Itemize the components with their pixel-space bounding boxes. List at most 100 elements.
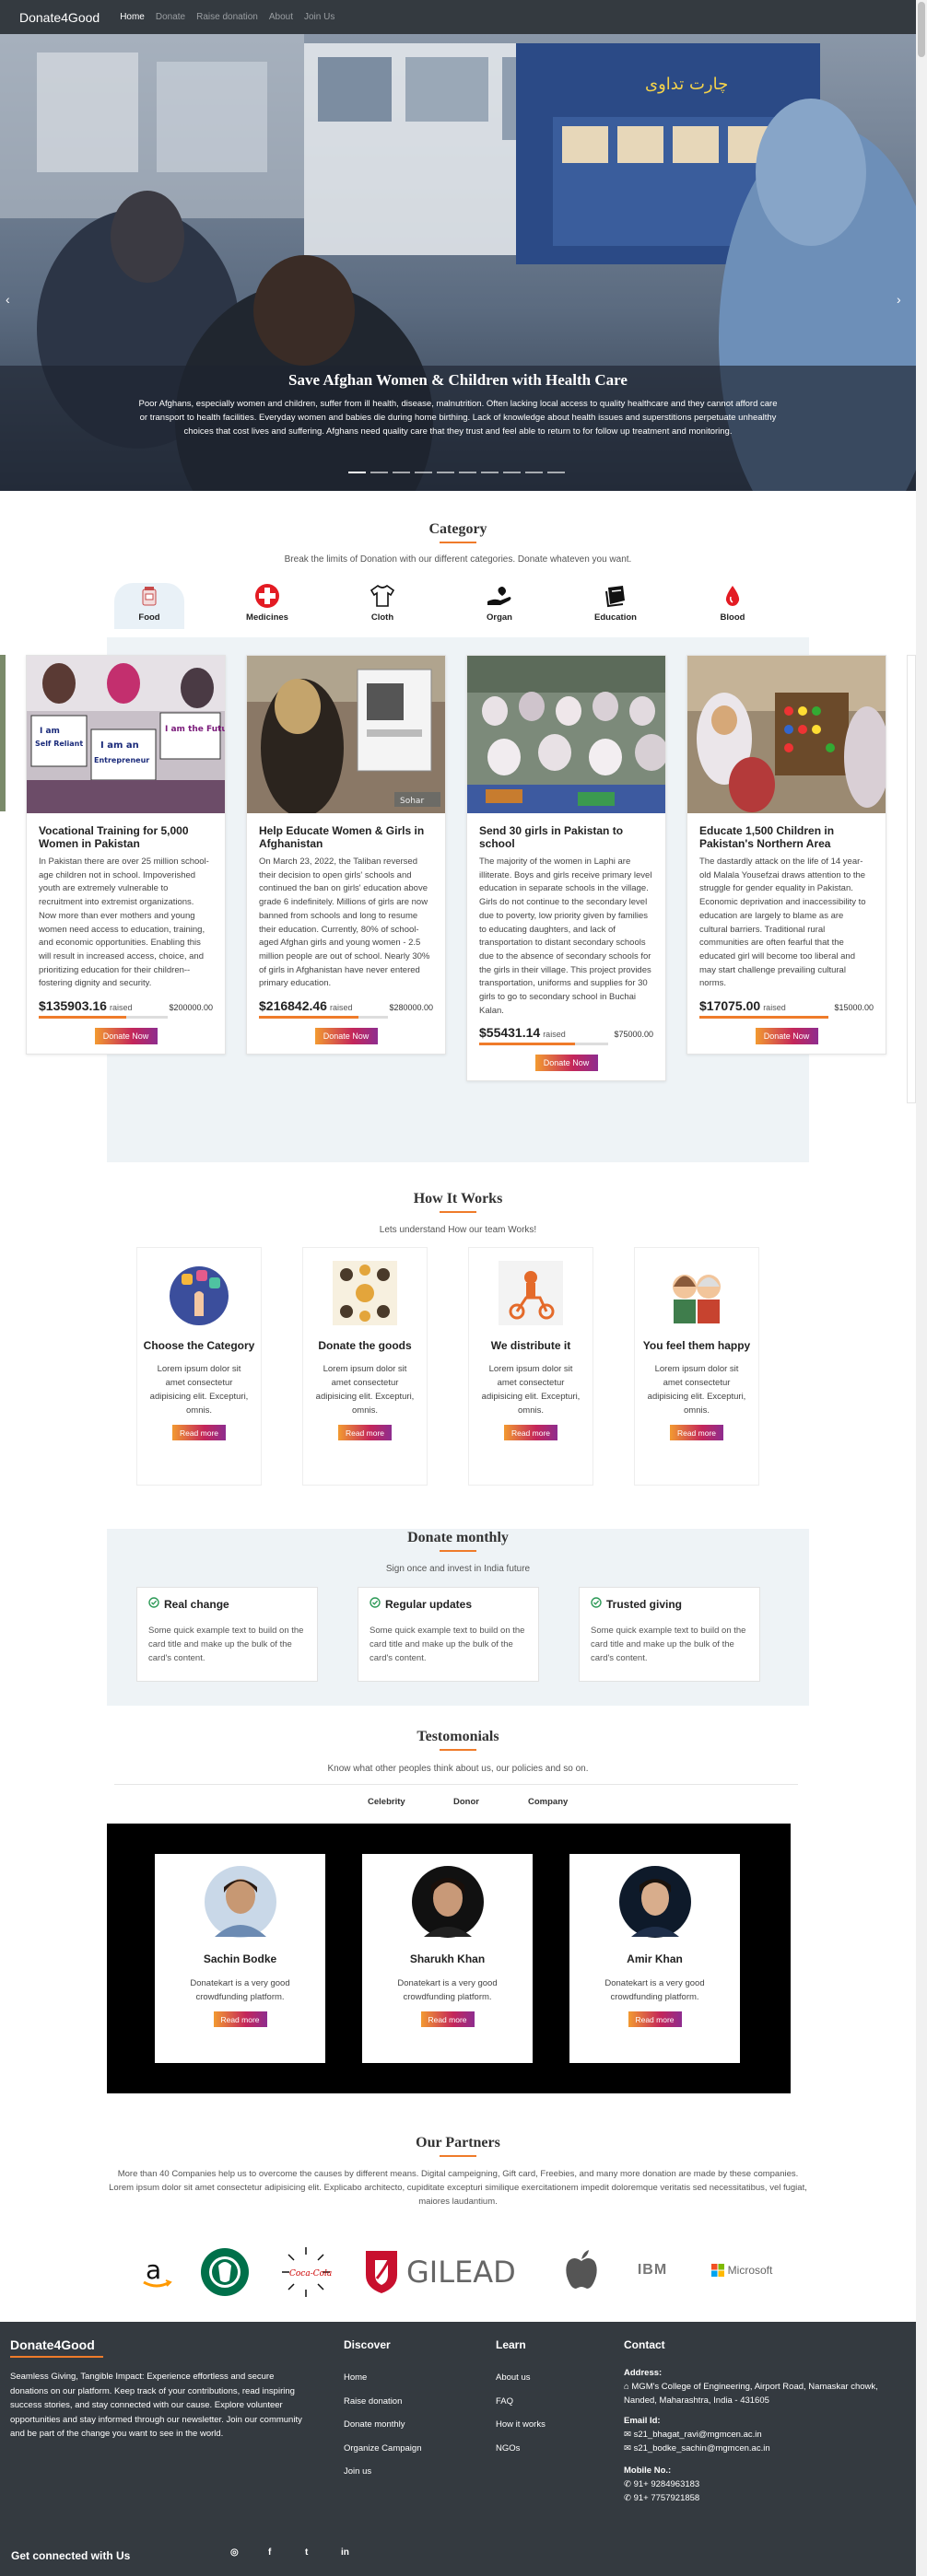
linkedin-icon[interactable]: in [341,2547,349,2558]
footer-description: Seamless Giving, Tangible Impact: Experi… [10,2372,302,2439]
amazon-logo[interactable]: a [138,2252,175,2293]
phone-link[interactable]: 91+ 7757921858 [634,2493,700,2503]
phone-link[interactable]: 91+ 9284963183 [634,2479,700,2489]
how-step-card: We distribute it Lorem ipsum dolor sit a… [468,1247,593,1486]
page-scrollbar[interactable] [916,0,927,2576]
email-link[interactable]: s21_bhagat_ravi@mgmcen.ac.in [634,2430,762,2440]
read-more-button[interactable]: Read more [338,1425,392,1440]
testimonials-title: Testomonials [417,1729,499,1744]
category-tab-food[interactable]: Food [114,583,184,629]
email-link[interactable]: s21_bodke_sachin@mgmcen.ac.in [634,2443,770,2454]
cocacola-logo[interactable]: Coca-Cola [278,2245,334,2299]
category-tab-blood[interactable]: Blood [698,583,768,629]
read-more-button[interactable]: Read more [504,1425,557,1440]
footer-link-organize-campaign[interactable]: Organize Campaign [344,2443,422,2454]
svg-text:Entrepreneur: Entrepreneur [94,756,149,764]
monthly-card: Regular updates Some quick example text … [358,1587,539,1682]
carousel-prev-icon[interactable]: ‹ [6,292,10,307]
campaign-title: Send 30 girls in Pakistan to school [479,824,624,850]
scrollbar-thumb[interactable] [918,2,925,57]
read-more-button[interactable]: Read more [213,2011,267,2027]
footer-brand[interactable]: Donate4Good [10,2337,95,2352]
donate-now-button[interactable]: Donate Now [314,1028,378,1045]
hero-carousel: چارت تداوی ‹ › Save Afghan Women & Child… [0,34,916,491]
campaign-title: Vocational Training for 5,000 Women in P… [39,824,189,850]
title-underline [440,2155,476,2157]
footer-contact: Address: ⌂ MGM's College of Engineering,… [624,2366,891,2505]
carousel-indicator[interactable] [393,472,410,473]
raised-label: raised [763,1003,786,1013]
donate-now-button[interactable]: Donate Now [534,1055,598,1072]
footer-learn-title: Learn [496,2338,526,2351]
footer-contact-title: Contact [624,2338,665,2351]
tab-company[interactable]: Company [528,1797,568,1807]
nav-link-about[interactable]: About [269,12,293,22]
raised-label: raised [543,1030,566,1040]
starbucks-logo[interactable] [200,2247,250,2297]
brand-logo[interactable]: Donate4Good [19,10,100,25]
tab-celebrity[interactable]: Celebrity [368,1797,405,1807]
gilead-logo[interactable]: GILEAD [362,2247,541,2295]
carousel-indicator[interactable] [525,472,543,473]
category-tab-education[interactable]: Education [581,583,651,629]
footer-link-join-us[interactable]: Join us [344,2466,422,2477]
footer-link-ngos[interactable]: NGOs [496,2443,546,2454]
step-text: Lorem ipsum dolor sit amet consectetur a… [315,1364,415,1416]
carousel-indicator[interactable] [481,472,499,473]
campaign-progress-bar [699,1016,828,1020]
footer-link-how-it-works[interactable]: How it works [496,2419,546,2430]
donate-now-button[interactable]: Donate Now [755,1028,818,1045]
twitter-icon[interactable]: t [305,2547,308,2558]
carousel-next-icon[interactable]: › [897,292,901,307]
read-more-button[interactable]: Read more [420,2011,475,2027]
how-step-card: You feel them happy Lorem ipsum dolor si… [634,1247,759,1486]
category-tab-medicines[interactable]: Medicines [232,583,302,629]
microsoft-logo[interactable]: Microsoft [705,2258,779,2282]
instagram-icon[interactable]: ◎ [230,2547,239,2558]
campaign-description: The majority of the women in Laphi are i… [479,857,652,1016]
tab-donor[interactable]: Donor [453,1797,479,1807]
footer-link-donate-monthly[interactable]: Donate monthly [344,2419,422,2430]
read-more-button[interactable]: Read more [670,1425,723,1440]
footer-link-about-us[interactable]: About us [496,2372,546,2383]
footer-brand-underline [10,2356,103,2358]
nav-link-raise-donation[interactable]: Raise donation [196,12,258,22]
raised-label: raised [329,1003,353,1013]
svg-text:Self Reliant: Self Reliant [35,740,83,748]
monthly-card-text: Some quick example text to build on the … [370,1626,525,1663]
nav-link-donate[interactable]: Donate [156,12,185,22]
footer-link-home[interactable]: Home [344,2372,422,2383]
carousel-indicator[interactable] [348,472,366,473]
mobile-label: Mobile No.: [624,2465,672,2476]
apple-logo[interactable] [561,2247,602,2293]
footer: Donate4Good Seamless Giving, Tangible Im… [0,2322,916,2576]
step-text: Lorem ipsum dolor sit amet consectetur a… [481,1364,581,1416]
nav-link-home[interactable]: Home [120,12,145,22]
category-tab-organ[interactable]: Organ [464,583,534,629]
ibm-logo[interactable]: IBM [629,2256,675,2284]
footer-link-raise-donation[interactable]: Raise donation [344,2396,422,2407]
campaign-card: Send 30 girls in Pakistan to school The … [466,655,666,1082]
avatar [411,1866,484,1938]
carousel-indicator[interactable] [370,472,388,473]
carousel-indicator[interactable] [459,472,476,473]
check-circle-icon [370,1597,381,1611]
category-tab-cloth[interactable]: Cloth [347,583,417,629]
campaign-card: Educate 1,500 Children in Pakistan's Nor… [686,655,886,1055]
carousel-indicator[interactable] [547,472,565,473]
nav-link-join-us[interactable]: Join Us [304,12,334,22]
footer-link-faq[interactable]: FAQ [496,2396,546,2407]
carousel-indicator[interactable] [415,472,432,473]
read-more-button[interactable]: Read more [628,2011,682,2027]
category-label: Blood [720,612,745,623]
monthly-card-title: Regular updates [385,1597,473,1611]
carousel-indicator[interactable] [437,472,454,473]
category-label: Organ [487,612,512,623]
choose-category-icon [170,1266,229,1325]
navbar: Donate4Good Home Donate Raise donation A… [0,0,916,34]
carousel-indicator[interactable] [503,472,521,473]
facebook-icon[interactable]: f [268,2547,271,2558]
read-more-button[interactable]: Read more [172,1425,226,1440]
donate-now-button[interactable]: Donate Now [94,1028,158,1045]
donate-goods-icon [333,1261,397,1325]
